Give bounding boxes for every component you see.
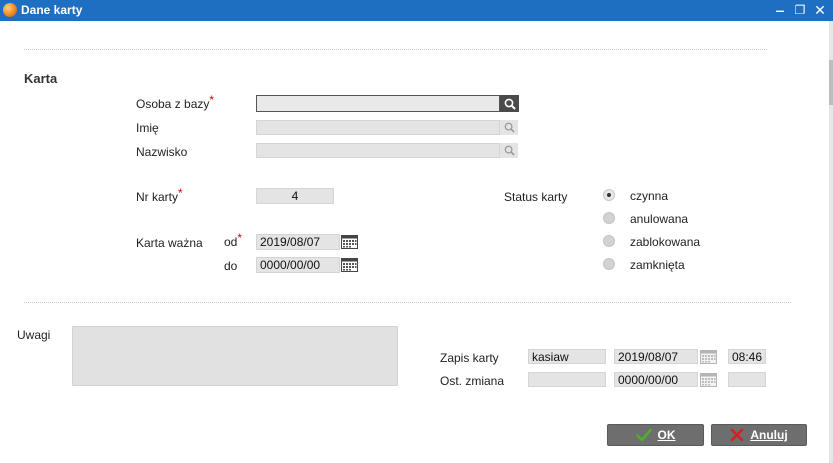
- status-option-label: zablokowana: [630, 235, 701, 249]
- calendar-icon[interactable]: [341, 235, 358, 249]
- required-mark: *: [178, 186, 183, 200]
- section-title: Karta: [24, 71, 58, 86]
- nazwisko-input[interactable]: [256, 143, 500, 158]
- minimize-button[interactable]: ‒: [772, 2, 788, 18]
- imie-search-button[interactable]: [500, 120, 518, 135]
- status-radio-zamknieta[interactable]: [603, 258, 615, 270]
- zapis-time-field: 08:46: [728, 349, 766, 364]
- title-bar: [0, 0, 833, 21]
- status-radio-anulowana[interactable]: [603, 212, 615, 224]
- od-label: od*: [224, 231, 243, 249]
- od-date-input[interactable]: 2019/08/07: [256, 234, 340, 250]
- search-icon: [504, 122, 515, 133]
- do-label: do: [224, 259, 238, 273]
- checkmark-icon: [635, 428, 652, 442]
- uwagi-textarea[interactable]: [72, 326, 398, 386]
- calendar-icon[interactable]: [341, 258, 358, 272]
- search-icon: [504, 98, 516, 110]
- zapis-karty-label: Zapis karty: [440, 351, 499, 365]
- cancel-button-label: Anuluj: [750, 428, 788, 442]
- status-option-label: czynna: [630, 189, 669, 203]
- scrollbar-thumb[interactable]: [829, 60, 833, 105]
- status-karty-label: Status karty: [504, 190, 568, 204]
- search-icon: [504, 145, 515, 156]
- status-radio-czynna[interactable]: [603, 189, 615, 201]
- karta-wazna-label: Karta ważna: [136, 236, 203, 250]
- x-mark-icon: [731, 428, 744, 442]
- calendar-icon: [700, 373, 717, 387]
- ost-zmiana-label: Ost. zmiana: [440, 374, 505, 388]
- required-mark: *: [209, 93, 215, 107]
- ok-button[interactable]: OK: [607, 424, 704, 446]
- close-button[interactable]: ✕: [812, 2, 828, 18]
- status-option-label: zamknięta: [630, 258, 685, 272]
- osoba-search-button[interactable]: [500, 95, 519, 112]
- cancel-button[interactable]: Anuluj: [711, 424, 807, 446]
- middle-separator: [24, 302, 791, 303]
- status-radio-zablokowana[interactable]: [603, 235, 615, 247]
- restore-button[interactable]: ❐: [792, 2, 808, 18]
- app-icon: [3, 3, 17, 17]
- top-separator: [24, 49, 767, 50]
- ok-button-label: OK: [657, 428, 676, 442]
- do-date-input[interactable]: 0000/00/00: [256, 257, 340, 273]
- calendar-icon: [700, 350, 717, 364]
- zapis-user-field: kasiaw: [528, 349, 606, 364]
- osoba-input[interactable]: [256, 95, 500, 112]
- zmiana-date-field: 0000/00/00: [614, 372, 698, 387]
- nr-karty-label: Nr karty*: [136, 186, 183, 204]
- imie-label: Imię: [136, 121, 159, 135]
- required-mark: *: [237, 231, 243, 245]
- zmiana-user-field: [528, 372, 606, 387]
- imie-input[interactable]: [256, 120, 500, 135]
- nazwisko-search-button[interactable]: [500, 143, 518, 158]
- osoba-label: Osoba z bazy*: [136, 93, 215, 111]
- window-title: Dane karty: [21, 3, 83, 17]
- nazwisko-label: Nazwisko: [136, 145, 188, 159]
- zapis-date-field: 2019/08/07: [614, 349, 698, 364]
- status-option-label: anulowana: [630, 212, 689, 226]
- uwagi-label: Uwagi: [17, 328, 51, 342]
- zmiana-time-field: [728, 372, 766, 387]
- nr-karty-input[interactable]: 4: [256, 188, 334, 204]
